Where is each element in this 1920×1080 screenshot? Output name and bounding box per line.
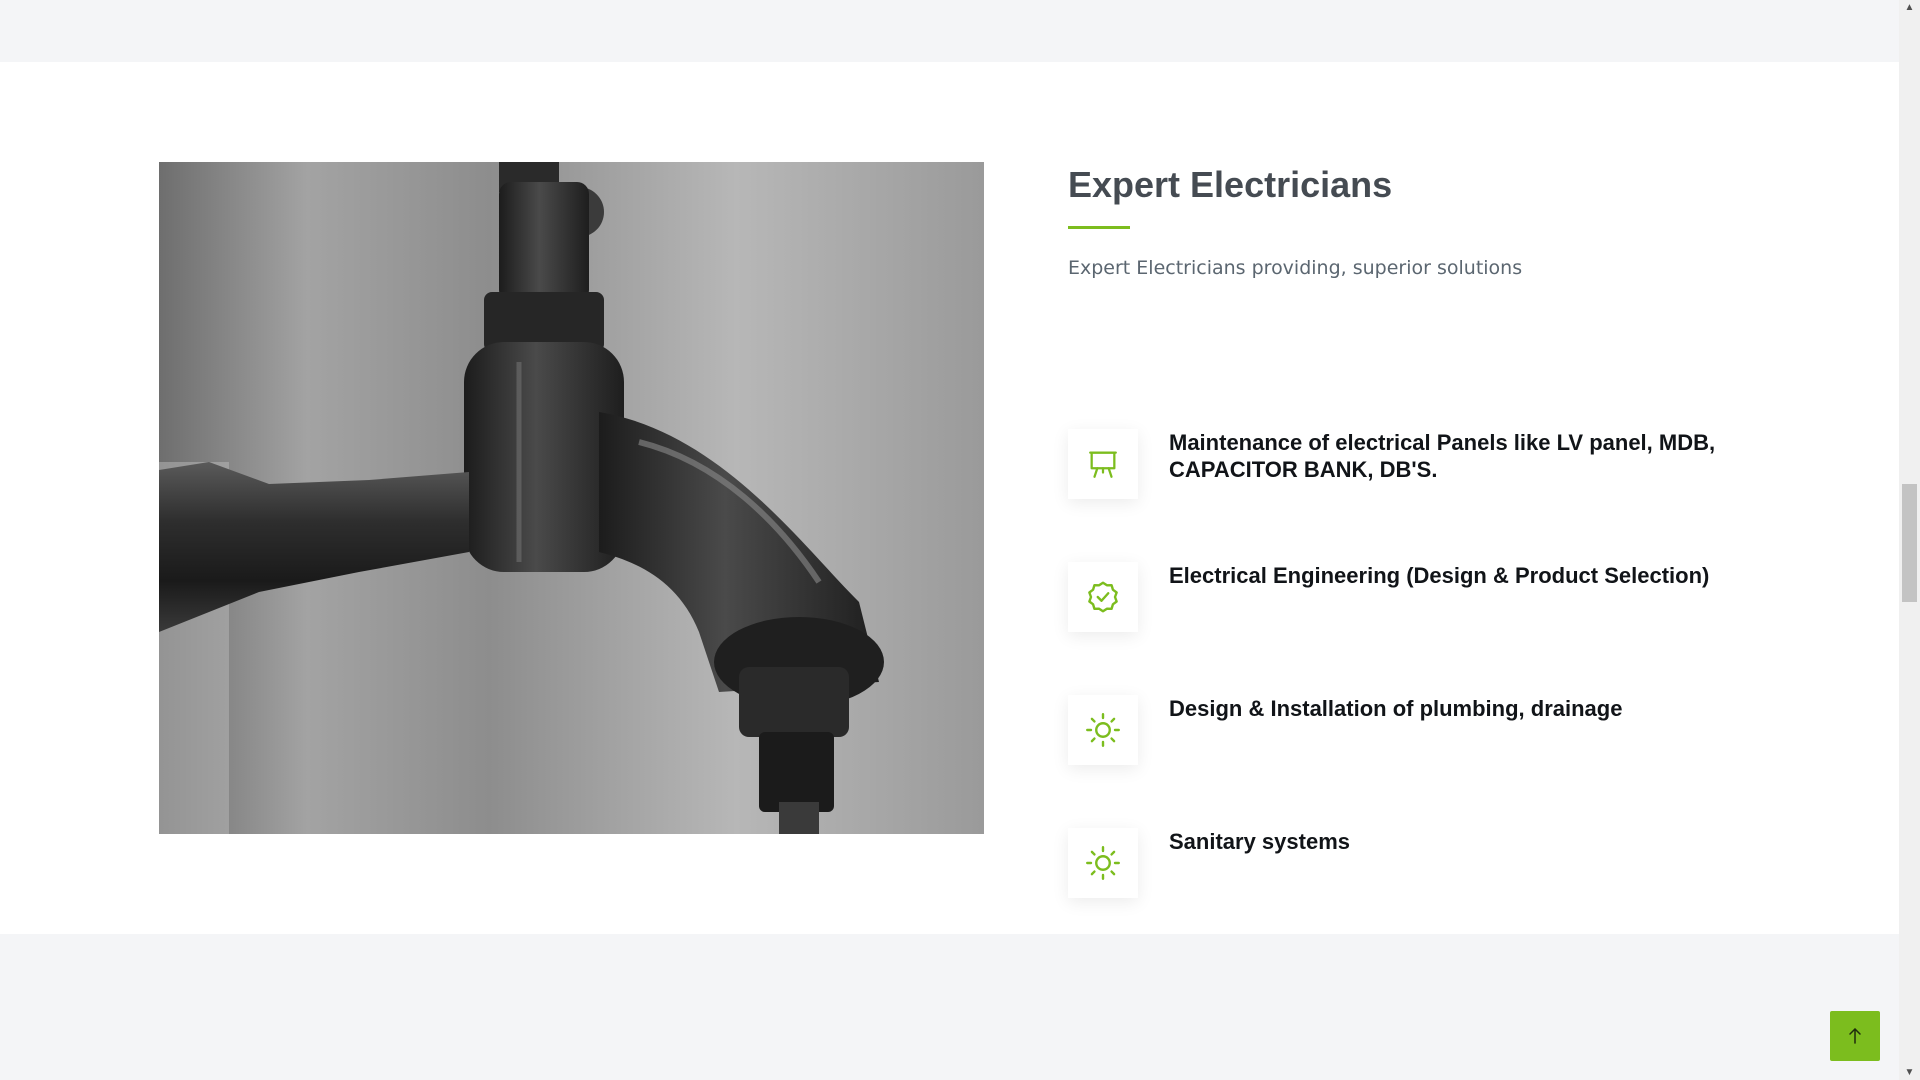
section-subtitle: Expert Electricians providing, superior …: [1068, 256, 1523, 279]
section-title: Expert Electricians: [1068, 164, 1393, 205]
feature-label: Maintenance of electrical Panels like LV…: [1169, 430, 1716, 482]
feature-item: Design & Installation of plumbing, drain…: [1068, 695, 1728, 828]
feature-item: Electrical Engineering (Design & Product…: [1068, 562, 1728, 695]
triangle-down-icon[interactable]: ▼: [1899, 1067, 1920, 1078]
back-to-top-button[interactable]: [1830, 1011, 1880, 1061]
badge-check-icon: [1068, 562, 1138, 632]
page-scrollbar[interactable]: ▲ ▼: [1899, 0, 1920, 1080]
expert-electricians-section: Expert Electricians Expert Electricians …: [0, 62, 1899, 934]
title-underline: [1068, 225, 1130, 229]
feature-item: Maintenance of electrical Panels like LV…: [1068, 429, 1728, 562]
feature-label: Design & Installation of plumbing, drain…: [1169, 696, 1623, 721]
scrollbar-thumb[interactable]: [1902, 484, 1917, 602]
sun-icon: [1068, 828, 1138, 898]
previous-section-band: [0, 0, 1899, 62]
feature-label: Sanitary systems: [1169, 829, 1350, 854]
feature-list: Maintenance of electrical Panels like LV…: [1068, 429, 1728, 961]
feature-label: Electrical Engineering (Design & Product…: [1169, 563, 1710, 588]
next-section-band: [0, 934, 1899, 1080]
sun-icon: [1068, 695, 1138, 765]
arrow-up-icon: [1849, 1028, 1861, 1044]
presentation-board-icon: [1068, 429, 1138, 499]
section-content: Expert Electricians Expert Electricians …: [1068, 162, 1728, 898]
water-faucet-photo: [159, 162, 984, 834]
triangle-up-icon[interactable]: ▲: [1899, 2, 1920, 13]
